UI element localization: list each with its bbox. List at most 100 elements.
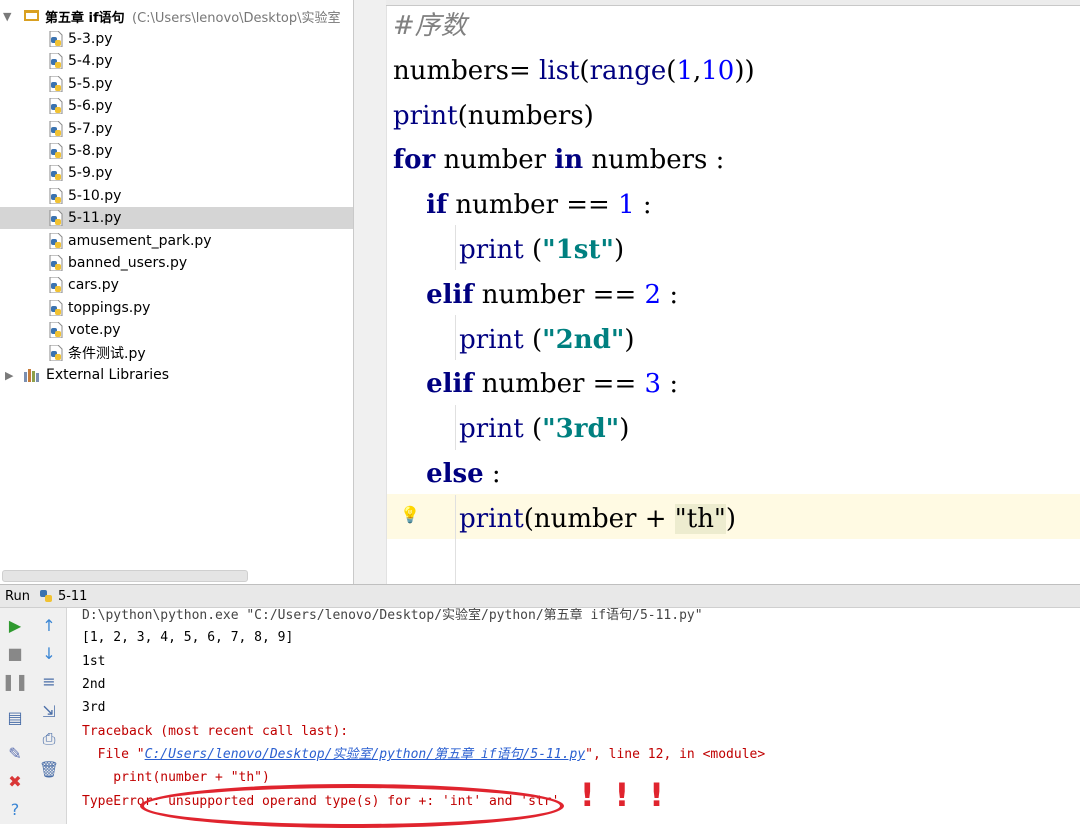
up-arrow-icon[interactable]: ↑ xyxy=(38,614,60,636)
project-root[interactable]: ▼ 第五章 if语句 (C:\Users\lenovo\Desktop\实验室 xyxy=(0,5,353,27)
file-name: 条件测试.py xyxy=(68,345,146,362)
file-name: vote.py xyxy=(68,322,121,339)
file-item[interactable]: 5-11.py xyxy=(0,207,353,230)
python-file-icon xyxy=(49,98,63,115)
code-token: "2nd" xyxy=(542,324,625,355)
console-line: [1, 2, 3, 4, 5, 6, 7, 8, 9] xyxy=(82,630,294,645)
console-command: D:\python\python.exe "C:/Users/lenovo/De… xyxy=(82,608,703,623)
python-file-icon xyxy=(49,75,63,92)
code-line[interactable]: numbers= list(range(1,10)) xyxy=(393,50,755,92)
traceback-header: Traceback (most recent call last): xyxy=(82,724,349,739)
code-token: list xyxy=(539,55,580,86)
file-item[interactable]: toppings.py xyxy=(0,297,353,319)
file-item[interactable]: 5-9.py xyxy=(0,162,353,184)
run-label: Run xyxy=(5,588,30,604)
code-token: numbers : xyxy=(583,145,725,176)
code-token: elif xyxy=(426,369,474,400)
code-line[interactable]: elif number == 2 : xyxy=(393,274,678,316)
code-token: for xyxy=(393,145,436,176)
project-name: 第五章 if语句 xyxy=(45,10,125,26)
python-file-icon xyxy=(49,120,63,137)
traceback-file-prefix: File " xyxy=(82,747,145,762)
file-item[interactable]: cars.py xyxy=(0,274,353,296)
code-line[interactable]: print ("1st") xyxy=(393,229,624,271)
file-item[interactable]: 条件测试.py xyxy=(0,342,353,364)
code-token: print xyxy=(459,324,524,355)
scroll-to-end-icon[interactable]: ⇲ xyxy=(38,700,60,722)
code-line[interactable]: else : xyxy=(393,453,501,495)
file-item[interactable]: 5-3.py xyxy=(0,28,353,50)
pin-icon[interactable]: ✎ xyxy=(4,742,26,764)
code-editor[interactable]: 💡 #序数 numbers= list(range(1,10)) print(num… xyxy=(354,0,1080,584)
code-line[interactable]: #序数 xyxy=(393,5,467,47)
code-token: 3 xyxy=(644,369,662,400)
folder-icon xyxy=(24,10,39,21)
code-token: : xyxy=(661,279,679,310)
down-arrow-icon[interactable]: ↓ xyxy=(38,642,60,664)
editor-gutter xyxy=(354,0,387,584)
code-line[interactable]: if number == 1 : xyxy=(393,184,652,226)
code-token: : xyxy=(661,369,679,400)
traceback-file-link[interactable]: C:/Users/lenovo/Desktop/实验室/python/第五章 i… xyxy=(145,747,586,762)
code-line[interactable]: for number in numbers : xyxy=(393,139,724,181)
code-token: )) xyxy=(734,55,755,86)
code-token: "th" xyxy=(674,503,726,534)
file-name: banned_users.py xyxy=(68,255,188,271)
soft-wrap-icon[interactable]: ≡ xyxy=(38,670,60,692)
layout-icon[interactable]: ▤ xyxy=(4,706,26,728)
file-name: cars.py xyxy=(68,277,119,294)
library-icon xyxy=(24,369,39,382)
console-line: 1st xyxy=(82,654,106,669)
stop-icon[interactable]: ■ xyxy=(4,642,26,664)
file-item[interactable]: 5-10.py xyxy=(0,185,353,207)
code-token: : xyxy=(483,459,501,489)
tree-horizontal-scrollbar[interactable] xyxy=(2,570,248,582)
python-file-icon xyxy=(49,232,63,249)
code-line[interactable]: print(numbers) xyxy=(393,95,594,137)
code-token: "1st" xyxy=(542,235,614,265)
pause-icon[interactable]: ❚❚ xyxy=(2,670,29,692)
code-line[interactable]: print ("2nd") xyxy=(393,319,634,361)
code-token: elif xyxy=(426,279,474,310)
code-token: ( xyxy=(523,235,543,265)
expand-arrow-icon[interactable]: ▶ xyxy=(5,369,13,382)
exclamation-annotation: !!! xyxy=(580,776,684,814)
code-token: else xyxy=(426,459,484,489)
traceback-file-line: File "C:/Users/lenovo/Desktop/实验室/python… xyxy=(82,747,766,763)
python-file-icon xyxy=(49,165,63,182)
file-item[interactable]: 5-4.py xyxy=(0,50,353,72)
external-libraries[interactable]: ▶ External Libraries xyxy=(0,364,353,386)
file-item[interactable]: 5-7.py xyxy=(0,118,353,140)
trash-icon[interactable]: 🗑 xyxy=(38,758,60,780)
file-name: 5-10.py xyxy=(68,187,122,204)
file-item[interactable]: 5-5.py xyxy=(0,73,353,95)
help-icon[interactable]: ? xyxy=(4,798,26,820)
code-token: numbers= xyxy=(393,55,539,86)
file-name: 5-9.py xyxy=(68,165,113,182)
file-name: 5-4.py xyxy=(68,53,113,70)
file-item[interactable]: vote.py xyxy=(0,319,353,341)
rerun-icon[interactable]: ▶ xyxy=(4,614,26,636)
file-item[interactable]: banned_users.py xyxy=(0,252,353,274)
editor-tab-strip xyxy=(386,0,1080,6)
file-item[interactable]: amusement_park.py xyxy=(0,230,353,252)
code-token: ) xyxy=(619,414,630,445)
code-line[interactable]: print ("3rd") xyxy=(393,408,629,450)
collapse-arrow-icon[interactable]: ▼ xyxy=(3,10,11,23)
traceback-code-line: print(number + "th") xyxy=(82,770,270,785)
code-line[interactable]: print(number + "th") xyxy=(393,498,736,540)
code-line[interactable]: elif number == 3 : xyxy=(393,363,678,405)
run-config-name[interactable]: 5-11 xyxy=(58,589,88,604)
code-token: ( xyxy=(523,414,543,445)
close-icon[interactable]: ✖ xyxy=(4,770,26,792)
file-name: toppings.py xyxy=(68,299,151,316)
external-libraries-label: External Libraries xyxy=(46,367,169,383)
file-item[interactable]: 5-8.py xyxy=(0,140,353,162)
file-item[interactable]: 5-6.py xyxy=(0,95,353,117)
print-icon[interactable]: ⎙ xyxy=(38,728,60,750)
